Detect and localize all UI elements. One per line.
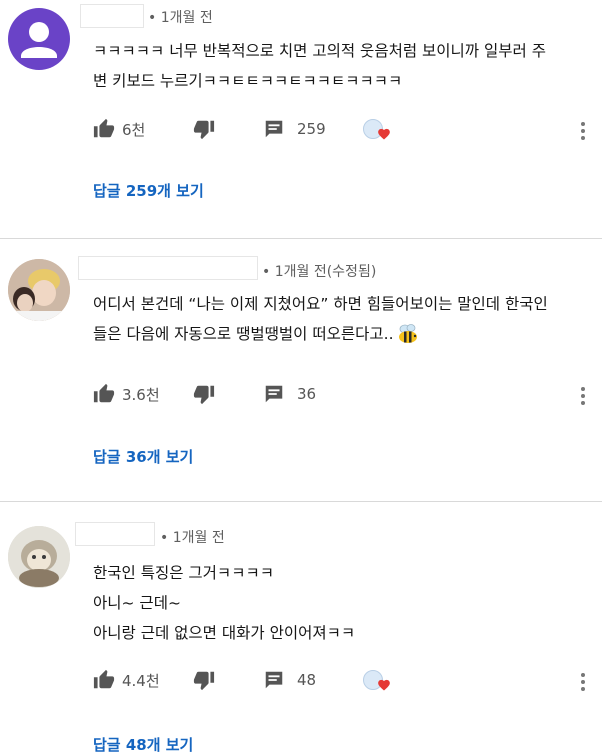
comment-timestamp[interactable]: • 1개월 전(수정됨) [262, 261, 376, 281]
thumb-down-icon [193, 671, 215, 691]
like-button[interactable]: 3.6천 [93, 379, 160, 409]
comment-line: 아니~ 근데~ [93, 594, 181, 612]
creator-heart [363, 665, 393, 695]
view-replies-link[interactable]: 답글 259개 보기 [93, 180, 204, 201]
comment-line: 들은 다음에 자동으로 땡벌땡벌이 떠오른다고.. [93, 319, 548, 349]
view-replies-link[interactable]: 답글 48개 보기 [93, 734, 193, 755]
more-vert-icon[interactable] [581, 387, 585, 408]
comment-icon [265, 385, 283, 403]
comment-line: 어디서 본건데 “나는 이제 지쳤어요” 하면 힘들어보이는 말인데 한국인 [93, 295, 548, 313]
timestamp-text: 1개월 전 [172, 530, 225, 546]
action-bar: 3.6천 36 [93, 379, 593, 409]
reply-count: 259 [297, 120, 326, 138]
avatar[interactable] [8, 259, 70, 321]
thumb-up-icon [93, 383, 115, 403]
more-vert-icon[interactable] [581, 673, 585, 694]
like-count: 6천 [122, 120, 146, 139]
avatar[interactable] [8, 8, 70, 70]
username-redacted[interactable] [80, 4, 144, 28]
profile-photo [8, 259, 70, 321]
comment-text: 어디서 본건데 “나는 이제 지쳤어요” 하면 힘들어보이는 말인데 한국인 들… [93, 289, 548, 349]
reply-button[interactable]: 48 [263, 665, 316, 695]
comment-timestamp[interactable]: • 1개월 전 [160, 527, 225, 547]
comment-3: • 1개월 전 한국인 특징은 그거ㅋㅋㅋㅋ 아니~ 근데~ 아니랑 근데 없으… [0, 502, 602, 755]
comment-line-text: 들은 다음에 자동으로 땡벌땡벌이 떠오른다고.. [93, 325, 394, 343]
dislike-button[interactable] [193, 665, 215, 695]
profile-photo [8, 526, 70, 588]
creator-heart [363, 114, 393, 144]
timestamp-text: 1개월 전 [160, 10, 213, 26]
comment-line: 아니랑 근데 없으면 대화가 안이어져ㅋㅋ [93, 624, 356, 642]
bee-emoji [398, 324, 417, 343]
comment-line: 한국인 특징은 그거ㅋㅋㅋㅋ [93, 564, 274, 582]
creator-heart-icon [378, 128, 390, 140]
comment-line: ㅋㅋㅋㅋㅋ 너무 반복적으로 치면 고의적 웃음처럼 보이니까 일부러 주 [93, 42, 546, 60]
like-count: 4.4천 [122, 671, 160, 690]
creator-heart-icon [378, 679, 390, 691]
timestamp-text: 1개월 전(수정됨) [274, 264, 377, 280]
action-bar: 6천 259 [93, 114, 593, 144]
thumb-up-icon [93, 118, 115, 138]
username-redacted[interactable] [75, 522, 155, 546]
view-replies-link[interactable]: 답글 36개 보기 [93, 446, 193, 467]
comment-text: 한국인 특징은 그거ㅋㅋㅋㅋ 아니~ 근데~ 아니랑 근데 없으면 대화가 안이… [93, 558, 355, 648]
more-vert-icon[interactable] [581, 122, 585, 143]
comment-1: • 1개월 전 ㅋㅋㅋㅋㅋ 너무 반복적으로 치면 고의적 웃음처럼 보이니까 … [0, 0, 602, 238]
dislike-button[interactable] [193, 114, 215, 144]
comment-icon [265, 120, 283, 138]
thumb-down-icon [193, 385, 215, 405]
like-button[interactable]: 6천 [93, 114, 145, 144]
reply-button[interactable]: 36 [263, 379, 316, 409]
like-button[interactable]: 4.4천 [93, 665, 160, 695]
comment-2: • 1개월 전(수정됨) 어디서 본건데 “나는 이제 지쳤어요” 하면 힘들어… [0, 239, 602, 501]
avatar[interactable] [8, 526, 70, 588]
action-bar: 4.4천 48 [93, 665, 593, 695]
thumb-up-icon [93, 669, 115, 689]
reply-count: 36 [297, 385, 317, 403]
dislike-button[interactable] [193, 379, 215, 409]
username-redacted[interactable] [78, 256, 258, 280]
comment-icon [265, 671, 283, 689]
comment-text: ㅋㅋㅋㅋㅋ 너무 반복적으로 치면 고의적 웃음처럼 보이니까 일부러 주 변 … [93, 36, 546, 96]
comment-line: 변 키보드 누르기ㅋㅋㅌㅌㅋㅋㅌㅋㅋㅌㅋㅋㅋㅋ [93, 72, 403, 90]
default-avatar-icon [21, 22, 57, 58]
like-count: 3.6천 [122, 385, 160, 404]
comment-timestamp[interactable]: • 1개월 전 [148, 7, 213, 27]
reply-count: 48 [297, 671, 317, 689]
reply-button[interactable]: 259 [263, 114, 326, 144]
thumb-down-icon [193, 120, 215, 140]
